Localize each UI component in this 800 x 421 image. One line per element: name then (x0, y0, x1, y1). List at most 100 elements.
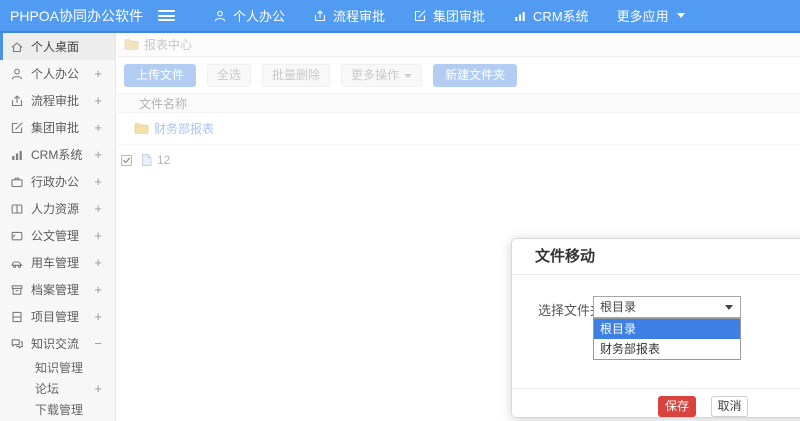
expand-icon: + (94, 120, 102, 135)
sidebar-item-label: 行政办公 (31, 175, 80, 189)
topnav-more-apps[interactable]: 更多应用 (603, 0, 699, 31)
sidebar-item-hr[interactable]: 人力资源 + (0, 195, 115, 222)
table-row-file[interactable]: 12 (117, 145, 800, 175)
select-all-button[interactable]: 全选 (207, 64, 252, 87)
sidebar-item-label: 流程审批 (31, 94, 80, 108)
sidebar: 个人桌面 个人办公 + 流程审批 + 集团审批 + CRM系统 + 行政办公 + (0, 33, 116, 421)
file-move-dialog: 文件移动 选择文件夹 根目录 根目录 财务部报表 保存 取消 (511, 238, 800, 418)
chat-icon (10, 337, 24, 351)
selected-option-value: 根目录 (600, 300, 637, 314)
sidebar-item-document-mgmt[interactable]: 公文管理 + (0, 222, 115, 249)
menu-icon[interactable] (158, 10, 175, 21)
project-icon (10, 310, 24, 324)
sidebar-item-label: 项目管理 (31, 310, 80, 324)
topnav-label: 集团审批 (433, 9, 486, 24)
folder-select[interactable]: 根目录 (593, 296, 741, 318)
sidebar-item-label: 个人办公 (31, 67, 80, 81)
sidebar-item-label: 档案管理 (31, 283, 80, 297)
topnav-label: 更多应用 (616, 9, 669, 24)
document-icon (10, 229, 24, 243)
topnav-personal-office[interactable]: 个人办公 (199, 0, 299, 31)
upload-file-button[interactable]: 上传文件 (124, 64, 197, 87)
sidebar-item-crm[interactable]: CRM系统 + (0, 141, 115, 168)
sidebar-item-project-mgmt[interactable]: 项目管理 + (0, 303, 115, 330)
archive-icon (10, 283, 24, 297)
expand-icon: + (94, 93, 102, 108)
dropdown-option-root[interactable]: 根目录 (594, 319, 740, 339)
expand-icon: + (94, 228, 102, 243)
sidebar-item-knowledge-exchange[interactable]: 知识交流 − (0, 330, 115, 357)
file-checkbox-checked[interactable] (121, 154, 132, 166)
expand-icon: + (94, 255, 102, 270)
caret-down-icon (725, 305, 733, 310)
topnav-crm[interactable]: CRM系统 (499, 0, 603, 31)
edit-icon (413, 9, 427, 23)
sidebar-subitem-knowledge-mgmt[interactable]: 知识管理 (0, 357, 115, 378)
expand-icon: + (94, 309, 102, 324)
edit-icon (10, 121, 24, 135)
expand-icon: + (94, 381, 102, 396)
sidebar-item-personal-desktop[interactable]: 个人桌面 (0, 33, 115, 60)
dropdown-option-finance-reports[interactable]: 财务部报表 (594, 339, 740, 359)
user-icon (213, 9, 227, 23)
folder-select-dropdown: 根目录 财务部报表 (593, 318, 741, 360)
caret-down-icon (404, 73, 413, 78)
cancel-button[interactable]: 取消 (711, 396, 748, 417)
sidebar-item-label: 公文管理 (31, 229, 80, 243)
sidebar-item-archive-mgmt[interactable]: 档案管理 + (0, 276, 115, 303)
sidebar-item-label: 个人桌面 (31, 40, 80, 54)
sidebar-item-vehicle-mgmt[interactable]: 用车管理 + (0, 249, 115, 276)
expand-icon: + (94, 174, 102, 189)
book-icon (10, 202, 24, 216)
file-table-header: 文件名称 (117, 93, 800, 113)
folder-icon (124, 38, 139, 51)
sidebar-item-workflow-approval[interactable]: 流程审批 + (0, 87, 115, 114)
toolbar: 上传文件 全选 批量删除 更多操作 新建文件夹 (117, 57, 800, 93)
folder-name-link[interactable]: 财务部报表 (154, 120, 214, 137)
top-nav: 个人办公 流程审批 集团审批 CRM系统 更多应用 (199, 0, 699, 31)
sidebar-item-label: 集团审批 (31, 121, 80, 135)
sidebar-subitem-forum[interactable]: 论坛 + (0, 378, 115, 399)
sidebar-item-admin-office[interactable]: 行政办公 + (0, 168, 115, 195)
topnav-label: 流程审批 (333, 9, 386, 24)
collapse-icon: − (94, 336, 102, 351)
sidebar-item-personal-office[interactable]: 个人办公 + (0, 60, 115, 87)
sidebar-subitem-label: 知识管理 (35, 361, 84, 375)
sidebar-item-label: CRM系统 (31, 148, 83, 162)
file-icon (140, 153, 153, 167)
user-icon (10, 67, 24, 81)
new-folder-button[interactable]: 新建文件夹 (433, 64, 518, 87)
save-button[interactable]: 保存 (658, 396, 696, 417)
sidebar-item-group-approval[interactable]: 集团审批 + (0, 114, 115, 141)
more-operations-button[interactable]: 更多操作 (341, 64, 423, 87)
chart-icon (10, 148, 24, 162)
dialog-footer: 保存 取消 (512, 388, 800, 417)
home-icon (10, 40, 24, 54)
briefcase-icon (10, 175, 24, 189)
topnav-group-approval[interactable]: 集团审批 (399, 0, 499, 31)
breadcrumb-label[interactable]: 报表中心 (144, 36, 192, 53)
batch-delete-button[interactable]: 批量删除 (262, 64, 331, 87)
approval-icon (313, 9, 327, 23)
sidebar-subitem-label: 论坛 (35, 382, 60, 396)
table-row-folder[interactable]: 财务部报表 (117, 113, 800, 145)
chart-icon (513, 9, 527, 23)
topnav-label: 个人办公 (233, 9, 286, 24)
file-name[interactable]: 12 (157, 153, 170, 167)
topnav-workflow-approval[interactable]: 流程审批 (299, 0, 399, 31)
sidebar-subitem-label: 下载管理 (35, 403, 84, 417)
car-icon (10, 256, 24, 270)
top-bar: PHPOA协同办公软件 个人办公 流程审批 集团审批 CRM系统 更多应用 (0, 0, 800, 33)
caret-down-icon (676, 13, 685, 18)
expand-icon: + (94, 66, 102, 81)
breadcrumb: 报表中心 (117, 33, 800, 57)
sidebar-subitem-download-mgmt[interactable]: 下载管理 (0, 399, 115, 420)
sidebar-item-label: 用车管理 (31, 256, 80, 270)
app-logo: PHPOA协同办公软件 (10, 7, 144, 24)
dialog-title: 文件移动 (512, 239, 800, 275)
sidebar-item-label: 知识交流 (31, 337, 80, 351)
approval-icon (10, 94, 24, 108)
folder-icon (134, 122, 149, 135)
expand-icon: + (94, 201, 102, 216)
topnav-label: CRM系统 (533, 9, 589, 24)
